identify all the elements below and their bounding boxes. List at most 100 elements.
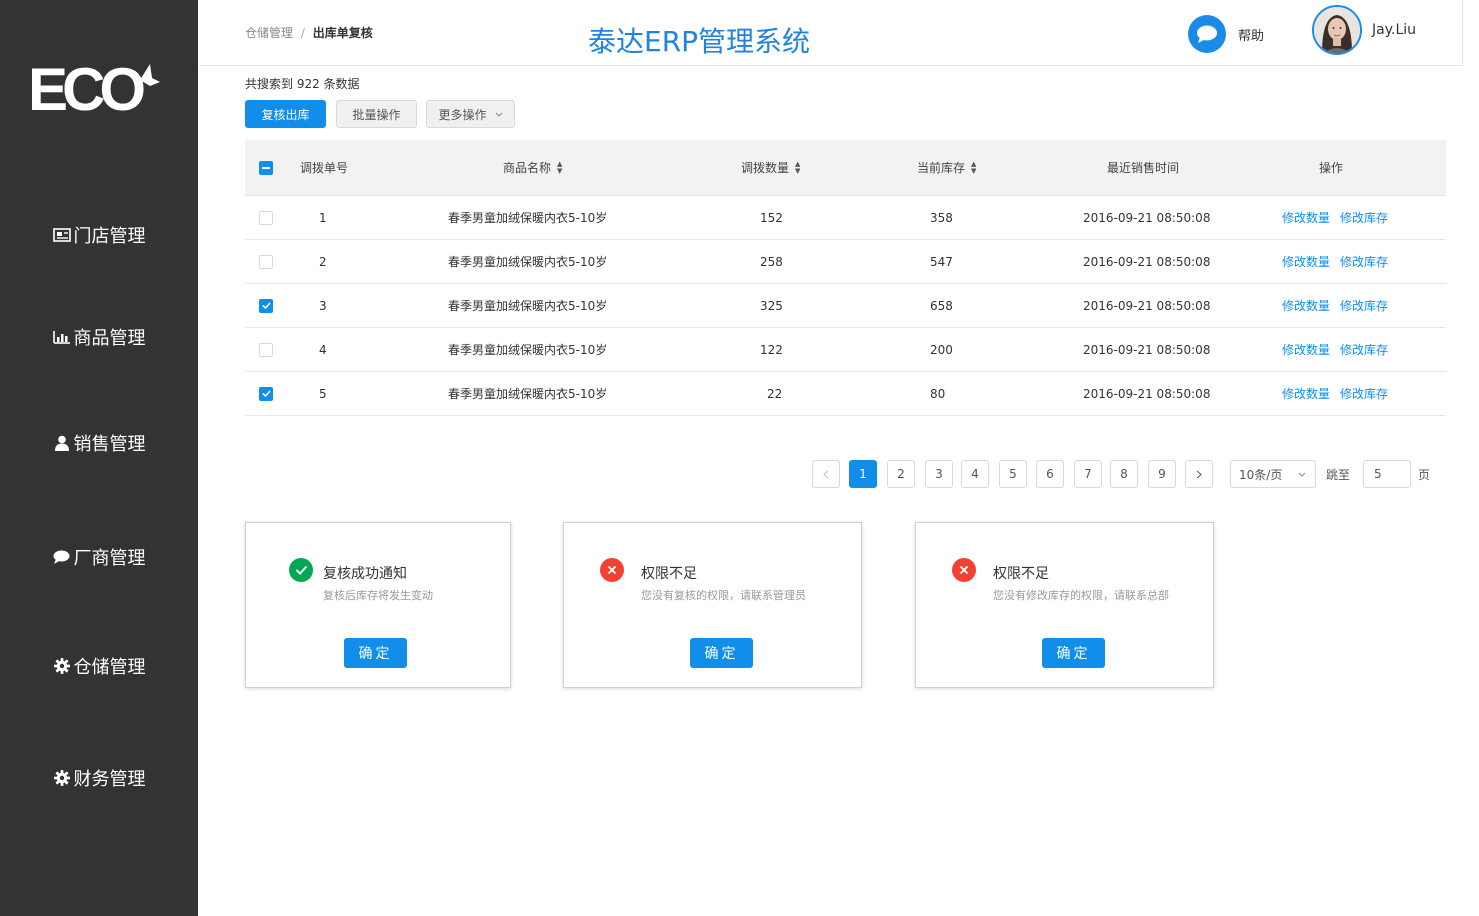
chevron-right-icon	[1196, 470, 1202, 478]
page-button-7[interactable]: 7	[1074, 460, 1102, 488]
help-label: 帮助	[1238, 28, 1265, 44]
newspaper-icon	[52, 226, 71, 244]
row-checkbox-cell	[259, 328, 273, 371]
cell-id: 1	[319, 210, 327, 225]
sidebar-item-sales[interactable]: 销售管理	[0, 423, 198, 463]
bar-chart-icon	[52, 328, 71, 346]
sort-icon: ▲ ▼	[795, 159, 801, 175]
edit-qty-link[interactable]: 修改数量	[1282, 385, 1330, 402]
cell-time: 2016-09-21 08:50:08	[1083, 386, 1211, 401]
eco-logo: ECO	[28, 58, 160, 120]
sidebar-item-finance[interactable]: 财务管理	[0, 758, 198, 798]
review-outbound-button[interactable]: 复核出库	[245, 100, 326, 128]
sidebar: ECO 门店管理 商品管理 销售管理 厂商管理 仓储管理 财务管理	[0, 0, 198, 916]
table-row: 4 春季男童加绒保暖内衣5-10岁 122 200 2016-09-21 08:…	[245, 328, 1446, 372]
jump-label: 跳至	[1326, 468, 1351, 482]
page-button-2[interactable]: 2	[887, 460, 915, 488]
table-row: 1 春季男童加绒保暖内衣5-10岁 152 358 2016-09-21 08:…	[245, 196, 1446, 240]
breadcrumb: 仓储管理 / 出库单复核	[245, 24, 373, 41]
edit-stock-link[interactable]: 修改库存	[1340, 385, 1388, 402]
chevron-down-icon	[1298, 472, 1306, 477]
cell-name: 春季男童加绒保暖内衣5-10岁	[448, 299, 608, 313]
more-operations-label: 更多操作	[438, 107, 487, 122]
page-button-4[interactable]: 4	[961, 460, 989, 488]
cell-actions: 修改数量 修改库存	[1282, 240, 1398, 283]
col-header-stock-label: 当前库存	[917, 161, 966, 175]
edit-stock-link[interactable]: 修改库存	[1340, 341, 1388, 358]
row-checkbox-cell	[259, 196, 273, 239]
batch-operation-button[interactable]: 批量操作	[336, 100, 417, 128]
col-header-name[interactable]: 商品名称 ▲ ▼	[503, 140, 562, 195]
row-checkbox-cell	[259, 240, 273, 283]
sidebar-item-label: 仓储管理	[73, 657, 146, 678]
edit-qty-link[interactable]: 修改数量	[1282, 209, 1330, 226]
col-header-time: 最近销售时间	[1107, 161, 1180, 175]
edit-stock-link[interactable]: 修改库存	[1340, 209, 1388, 226]
row-checkbox[interactable]	[259, 342, 273, 357]
sidebar-item-label: 商品管理	[73, 328, 146, 349]
breadcrumb-parent[interactable]: 仓储管理	[245, 26, 293, 40]
chevron-left-icon	[823, 470, 829, 478]
row-checkbox[interactable]	[259, 386, 273, 401]
confirm-button[interactable]: 确定	[690, 638, 753, 668]
sidebar-item-goods[interactable]: 商品管理	[0, 317, 198, 357]
cell-stock: 658	[930, 298, 953, 313]
jump-page-input[interactable]	[1363, 460, 1411, 488]
table-row: 2 春季男童加绒保暖内衣5-10岁 258 547 2016-09-21 08:…	[245, 240, 1446, 284]
cell-actions: 修改数量 修改库存	[1282, 284, 1398, 327]
next-page-button[interactable]	[1185, 460, 1213, 488]
cell-qty: 152	[760, 210, 783, 225]
cell-qty: 258	[760, 254, 783, 269]
col-header-name-label: 商品名称	[503, 161, 552, 175]
edit-qty-link[interactable]: 修改数量	[1282, 341, 1330, 358]
cell-time: 2016-09-21 08:50:08	[1083, 254, 1211, 269]
dialog-message: 您没有复核的权限，请联系管理员	[641, 589, 806, 602]
sidebar-item-store[interactable]: 门店管理	[0, 215, 198, 255]
gear-icon	[53, 769, 71, 787]
confirm-button[interactable]: 确定	[1042, 638, 1105, 668]
result-count: 共搜索到 922 条数据	[245, 77, 360, 91]
user-menu[interactable]: Jay.Liu	[1312, 5, 1416, 55]
page-button-6[interactable]: 6	[1036, 460, 1064, 488]
col-header-qty-label: 调拨数量	[741, 161, 790, 175]
prev-page-button[interactable]	[812, 460, 840, 488]
page-button-9[interactable]: 9	[1148, 460, 1176, 488]
comment-icon	[53, 548, 71, 566]
cell-actions: 修改数量 修改库存	[1282, 372, 1398, 415]
row-checkbox-cell	[259, 284, 273, 327]
dialog-message: 您没有修改库存的权限，请联系总部	[993, 589, 1169, 602]
edit-stock-link[interactable]: 修改库存	[1340, 297, 1388, 314]
page-button-1[interactable]: 1	[849, 460, 877, 488]
col-header-qty[interactable]: 调拨数量 ▲ ▼	[741, 140, 800, 195]
sidebar-item-vendor[interactable]: 厂商管理	[0, 537, 198, 577]
more-operations-dropdown[interactable]: 更多操作	[426, 100, 515, 128]
cell-qty: 122	[760, 342, 783, 357]
col-header-stock[interactable]: 当前库存 ▲ ▼	[917, 140, 976, 195]
dialog-title: 复核成功通知	[323, 566, 407, 582]
col-header-id: 调拨单号	[300, 161, 349, 175]
select-all-checkbox[interactable]	[259, 160, 273, 175]
sidebar-item-warehouse[interactable]: 仓储管理	[0, 646, 198, 686]
cell-stock: 358	[930, 210, 953, 225]
page-button-5[interactable]: 5	[999, 460, 1027, 488]
outbound-table: 调拨单号 商品名称 ▲ ▼ 调拨数量 ▲ ▼ 当前库存 ▲ ▼ 最近销售时间 操作 1…	[245, 140, 1446, 416]
page-size-select[interactable]: 10条/页	[1230, 460, 1316, 488]
page-button-3[interactable]: 3	[925, 460, 953, 488]
cell-qty: 325	[760, 298, 783, 313]
table-row: 5 春季男童加绒保暖内衣5-10岁 22 80 2016-09-21 08:50…	[245, 372, 1446, 416]
row-checkbox[interactable]	[259, 210, 273, 225]
page-button-8[interactable]: 8	[1110, 460, 1138, 488]
cell-id: 3	[319, 298, 327, 313]
cell-actions: 修改数量 修改库存	[1282, 328, 1398, 371]
page-unit-label: 页	[1418, 468, 1431, 482]
edit-qty-link[interactable]: 修改数量	[1282, 253, 1330, 270]
edit-stock-link[interactable]: 修改库存	[1340, 253, 1388, 270]
cell-name: 春季男童加绒保暖内衣5-10岁	[448, 255, 608, 269]
help-button[interactable]: 帮助	[1188, 15, 1264, 53]
row-checkbox[interactable]	[259, 254, 273, 269]
dialog-title: 权限不足	[641, 566, 697, 582]
row-checkbox[interactable]	[259, 298, 273, 313]
error-dialog: 权限不足 您没有修改库存的权限，请联系总部 确定	[915, 522, 1214, 688]
confirm-button[interactable]: 确定	[344, 638, 407, 668]
edit-qty-link[interactable]: 修改数量	[1282, 297, 1330, 314]
